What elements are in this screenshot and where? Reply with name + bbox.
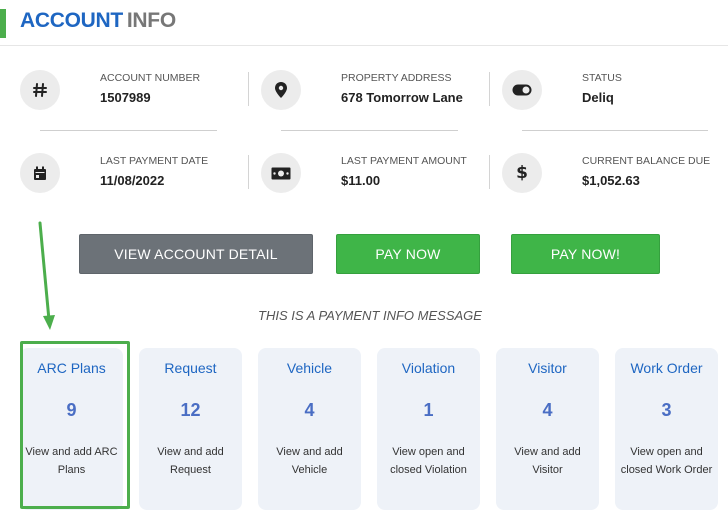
- hash-icon: [20, 70, 60, 110]
- last-payment-date-item: LAST PAYMENT DATE 11/08/2022: [20, 153, 250, 213]
- card-title: Vehicle: [286, 360, 333, 376]
- divider: [489, 155, 490, 189]
- title-part-account: ACCOUNT: [20, 9, 123, 32]
- toggle-icon: [502, 70, 542, 110]
- property-address-item: PROPERTY ADDRESS 678 Tomorrow Lane: [261, 70, 491, 130]
- account-number-item: ACCOUNT NUMBER 1507989: [20, 70, 250, 130]
- card-title: Violation: [401, 360, 456, 376]
- card-work-order[interactable]: Work Order 3 View open and closed Work O…: [615, 348, 718, 510]
- status-label: STATUS: [582, 72, 622, 84]
- dollar-icon: $: [502, 153, 542, 193]
- card-title: Work Order: [630, 360, 703, 376]
- card-violation[interactable]: Violation 1 View open and closed Violati…: [377, 348, 480, 510]
- money-bill-icon: [261, 153, 301, 193]
- card-description: View and add Visitor: [514, 446, 581, 476]
- status-value: Deliq: [582, 90, 614, 105]
- last-payment-date-value: 11/08/2022: [100, 173, 165, 188]
- account-number-label: ACCOUNT NUMBER: [100, 72, 201, 84]
- divider: [281, 130, 458, 131]
- payment-info-message: THIS IS A PAYMENT INFO MESSAGE: [258, 308, 482, 323]
- map-pin-icon: [261, 70, 301, 110]
- status-item: STATUS Deliq: [502, 70, 728, 130]
- last-payment-amount-label: LAST PAYMENT AMOUNT: [341, 155, 467, 167]
- divider: [40, 130, 217, 131]
- card-vehicle[interactable]: Vehicle 4 View and add Vehicle: [258, 348, 361, 510]
- view-account-detail-button[interactable]: VIEW ACCOUNT DETAIL: [79, 234, 313, 274]
- account-number-value: 1507989: [100, 90, 151, 105]
- page-header: ACCOUNT INFO: [0, 0, 728, 46]
- annotation-highlight-box: [20, 341, 130, 509]
- card-count: 4: [304, 400, 315, 420]
- divider: [489, 72, 490, 106]
- last-payment-amount-value: $11.00: [341, 173, 381, 188]
- card-description: View open and closed Violation: [390, 446, 467, 476]
- card-request[interactable]: Request 12 View and add Request: [139, 348, 242, 510]
- property-address-value: 678 Tomorrow Lane: [341, 90, 463, 105]
- annotation-arrow-icon: [38, 221, 55, 330]
- card-count: 1: [423, 400, 434, 420]
- card-title: Visitor: [528, 360, 567, 376]
- card-description: View and add Vehicle: [276, 446, 343, 476]
- pay-now-alt-button[interactable]: PAY NOW!: [511, 234, 660, 274]
- divider: [522, 130, 708, 131]
- current-balance-label: CURRENT BALANCE DUE: [582, 155, 711, 167]
- card-count: 4: [542, 400, 553, 420]
- divider: [248, 72, 249, 106]
- last-payment-amount-item: LAST PAYMENT AMOUNT $11.00: [261, 153, 491, 213]
- property-address-label: PROPERTY ADDRESS: [341, 72, 452, 84]
- current-balance-item: $ CURRENT BALANCE DUE $1,052.63: [502, 153, 728, 213]
- last-payment-date-label: LAST PAYMENT DATE: [100, 155, 209, 167]
- card-visitor[interactable]: Visitor 4 View and add Visitor: [496, 348, 599, 510]
- calendar-icon: [20, 153, 60, 193]
- header-accent-bar: [0, 9, 6, 38]
- divider: [248, 155, 249, 189]
- card-title: Request: [164, 360, 217, 376]
- title-part-info: INFO: [126, 9, 176, 32]
- current-balance-value: $1,052.63: [582, 173, 640, 188]
- card-description: View and add Request: [157, 446, 224, 476]
- card-description: View open and closed Work Order: [620, 446, 713, 476]
- card-count: 12: [180, 400, 201, 420]
- page-title: ACCOUNT INFO: [20, 9, 176, 33]
- pay-now-button[interactable]: PAY NOW: [336, 234, 480, 274]
- card-count: 3: [661, 400, 672, 420]
